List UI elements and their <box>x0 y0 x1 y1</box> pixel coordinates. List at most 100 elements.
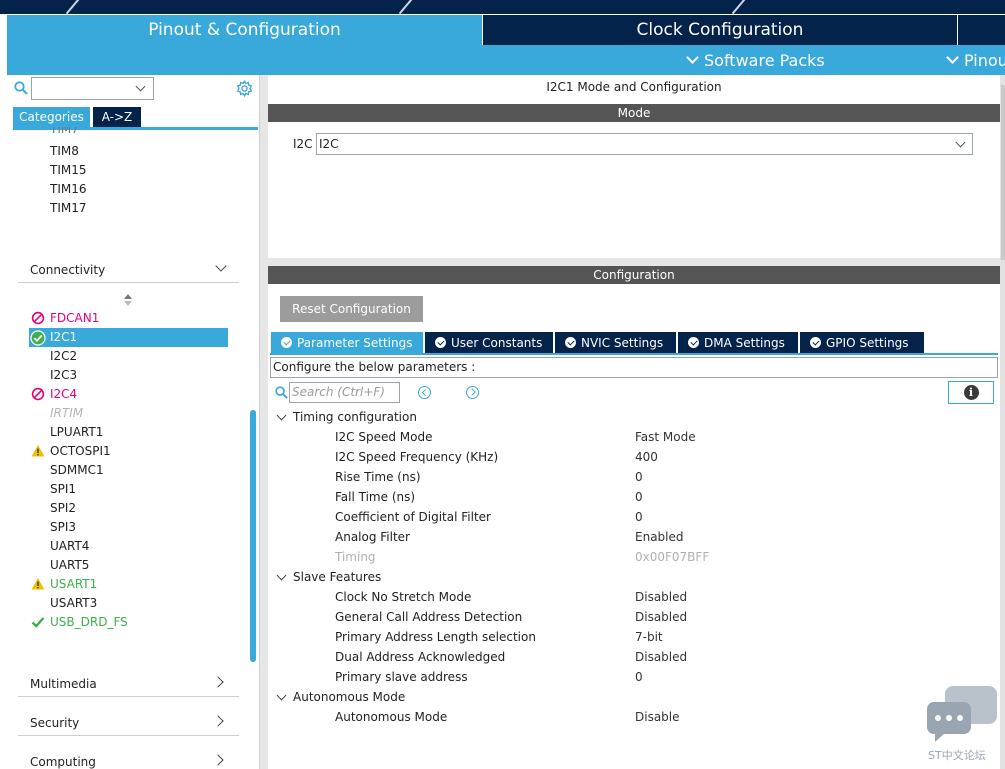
tree-item-uart4[interactable]: UART4 <box>50 537 89 556</box>
group-autonomous-mode[interactable]: Autonomous Mode <box>293 690 405 704</box>
tab-nvic-settings[interactable]: NVIC Settings <box>555 332 676 353</box>
tab-parameter-settings[interactable]: Parameter Settings <box>271 332 423 353</box>
tab-label: NVIC Settings <box>581 335 664 350</box>
check-circle-icon <box>810 337 821 348</box>
search-icon[interactable] <box>14 81 28 95</box>
tree-item-i2c1[interactable]: I2C1 <box>50 328 77 347</box>
panel-splitter[interactable] <box>268 258 1005 266</box>
param-value[interactable]: 400 <box>635 450 658 464</box>
tree-item-lpuart1[interactable]: LPUART1 <box>50 423 103 442</box>
check-circle-icon <box>435 337 446 348</box>
group-timing-configuration[interactable]: Timing configuration <box>293 410 417 424</box>
sort-icon[interactable] <box>123 294 133 306</box>
tree-item-spi2[interactable]: SPI2 <box>50 499 76 518</box>
tree-item-i2c4[interactable]: I2C4 <box>50 385 77 404</box>
tree-item-octospi1[interactable]: OCTOSPI1 <box>50 442 111 461</box>
tree-item-irtim[interactable]: IRTIM <box>50 404 83 423</box>
param-name: I2C Speed Mode <box>335 430 433 444</box>
param-value[interactable]: 0 <box>635 490 643 504</box>
tab-clock-configuration[interactable]: Clock Configuration <box>483 15 957 45</box>
i2c-mode-select[interactable]: I2C <box>316 133 973 155</box>
check-circle-icon <box>688 337 699 348</box>
param-value[interactable]: Fast Mode <box>635 430 696 444</box>
tree-item-tim15[interactable]: TIM15 <box>50 161 87 180</box>
panel-splitter[interactable] <box>260 75 268 769</box>
watermark-text: ST中文论坛 <box>928 749 986 762</box>
info-icon: i <box>963 385 979 400</box>
tree-item-i2c2[interactable]: I2C2 <box>50 347 77 366</box>
param-name: General Call Address Detection <box>335 610 523 624</box>
tree-item-spi3[interactable]: SPI3 <box>50 518 76 537</box>
tree-item-usb-drd-fs[interactable]: USB_DRD_FS <box>50 613 128 632</box>
param-value[interactable]: 7-bit <box>635 630 663 644</box>
tree-item-tim8[interactable]: TIM8 <box>50 142 79 161</box>
next-match-icon[interactable] <box>466 386 479 399</box>
tree-item-tim17[interactable]: TIM17 <box>50 199 87 218</box>
info-button[interactable]: i <box>948 381 994 404</box>
param-value[interactable]: Disabled <box>635 590 687 604</box>
tab-user-constants[interactable]: User Constants <box>425 332 553 353</box>
gear-icon[interactable] <box>236 80 253 97</box>
previous-match-icon[interactable] <box>418 386 431 399</box>
check-circle-icon <box>30 330 46 346</box>
tab-label: Parameter Settings <box>297 335 413 350</box>
param-value[interactable]: Enabled <box>635 530 684 544</box>
tab-categories[interactable]: Categories <box>13 107 90 127</box>
tree-item-tim7[interactable]: TIM7 <box>50 127 79 138</box>
tree-item-i2c3[interactable]: I2C3 <box>50 366 77 385</box>
param-name: Rise Time (ns) <box>335 470 421 484</box>
right-scrollbar-thumb[interactable] <box>1001 85 1005 260</box>
tab-dma-settings[interactable]: DMA Settings <box>678 332 798 353</box>
breadcrumb-separator <box>731 0 747 14</box>
param-name: Autonomous Mode <box>335 710 448 724</box>
reset-configuration-button[interactable]: Reset Configuration <box>280 296 423 322</box>
pinout-menu[interactable]: Pinou <box>946 45 1005 75</box>
param-name: Dual Address Acknowledged <box>335 650 506 664</box>
chevron-down-icon <box>946 51 959 64</box>
section-multimedia[interactable]: Multimedia <box>30 677 97 691</box>
tree-item-usart3[interactable]: USART3 <box>50 594 97 613</box>
param-name: Coefficient of Digital Filter <box>335 510 491 524</box>
param-name: Fall Time (ns) <box>335 490 416 504</box>
tree-item-tim16[interactable]: TIM16 <box>50 180 87 199</box>
param-name: Analog Filter <box>335 530 410 544</box>
tree-item-uart5[interactable]: UART5 <box>50 556 89 575</box>
param-value[interactable]: 0 <box>635 470 643 484</box>
search-icon[interactable] <box>275 386 288 399</box>
parameter-search-input[interactable]: Search (Ctrl+F) <box>289 382 400 403</box>
tab-a-to-z[interactable]: A->Z <box>93 107 141 127</box>
param-value[interactable]: 0 <box>635 510 643 524</box>
category-search-combo[interactable] <box>31 77 154 100</box>
disabled-icon <box>31 311 45 325</box>
tab-project-manager[interactable] <box>958 15 1005 45</box>
warning-icon <box>31 578 45 590</box>
tree-item-fdcan1[interactable]: FDCAN1 <box>50 309 99 328</box>
tab-pinout-configuration[interactable]: Pinout & Configuration <box>7 15 482 45</box>
section-security[interactable]: Security <box>30 716 79 730</box>
param-value[interactable]: Disabled <box>635 650 687 664</box>
tree-item-spi1[interactable]: SPI1 <box>50 480 76 499</box>
group-slave-features[interactable]: Slave Features <box>293 570 381 584</box>
divider <box>18 696 239 697</box>
param-value[interactable]: Disabled <box>635 610 687 624</box>
param-value: 0x00F07BFF <box>635 550 710 564</box>
left-panel <box>7 75 260 769</box>
tab-gpio-settings[interactable]: GPIO Settings <box>800 332 924 353</box>
mode-panel-title: I2C1 Mode and Configuration <box>546 80 722 94</box>
section-connectivity[interactable]: Connectivity <box>30 263 105 277</box>
software-packs-menu[interactable]: Software Packs <box>686 45 825 75</box>
check-circle-icon <box>281 337 292 348</box>
left-scrollbar-thumb[interactable] <box>250 410 256 662</box>
tree-item-sdmmc1[interactable]: SDMMC1 <box>50 461 104 480</box>
tree-item-usart1[interactable]: USART1 <box>50 575 97 594</box>
breadcrumb-separator <box>65 0 81 14</box>
param-name: Timing <box>335 550 376 564</box>
section-computing[interactable]: Computing <box>30 755 96 769</box>
divider <box>18 282 239 283</box>
check-icon <box>31 617 45 628</box>
param-name: Primary Address Length selection <box>335 630 536 644</box>
param-value[interactable]: Disable <box>635 710 680 724</box>
check-circle-icon <box>565 337 576 348</box>
param-value[interactable]: 0 <box>635 670 643 684</box>
mode-header-bar: Mode <box>268 104 1000 122</box>
